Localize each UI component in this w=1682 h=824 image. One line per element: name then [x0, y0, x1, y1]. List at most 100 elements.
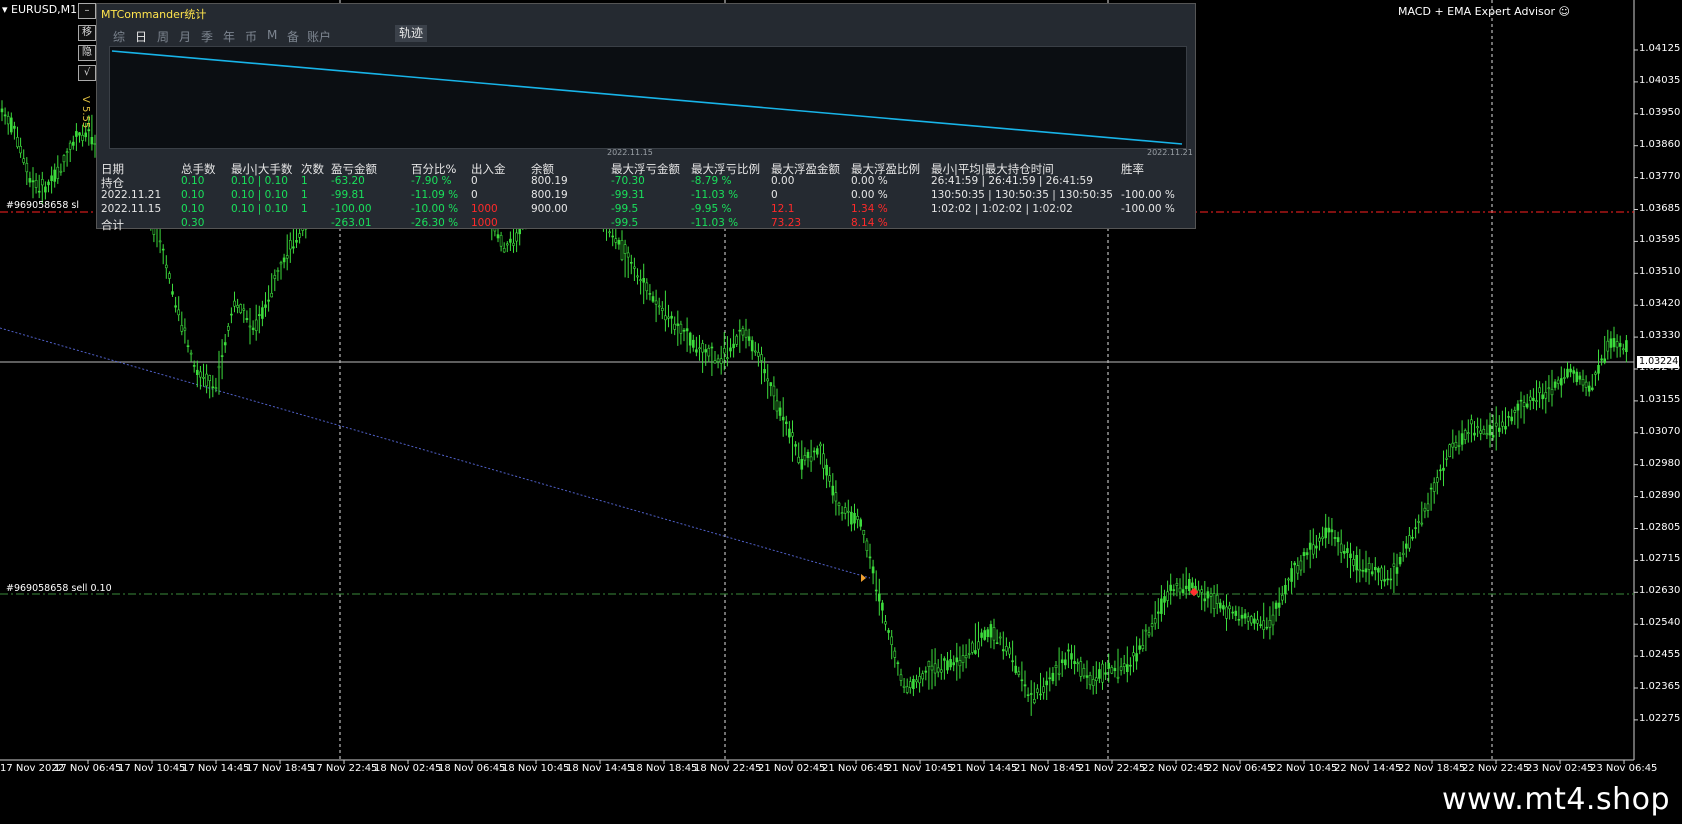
order-entry-label: #969058658 sell 0.10 — [6, 583, 112, 594]
candle-body — [815, 448, 819, 455]
x-tick-label: 21 Nov 02:45 — [758, 763, 826, 774]
minimize-button[interactable]: – — [78, 3, 96, 19]
x-tick-label: 21 Nov 14:45 — [950, 763, 1018, 774]
candle-body — [1284, 584, 1287, 594]
candle-body — [611, 235, 615, 238]
candle-body — [797, 456, 801, 463]
x-tick-label: 22 Nov 10:45 — [1270, 763, 1338, 774]
candle-body — [62, 155, 66, 163]
candle-body — [936, 667, 940, 673]
candle-body — [239, 304, 242, 313]
candle-body — [199, 371, 202, 378]
tab-2[interactable]: 周 — [157, 28, 169, 45]
candle-body — [1615, 341, 1619, 348]
y-tick-label: 1.02630 — [1639, 585, 1681, 597]
candle-body — [270, 292, 274, 298]
candle-body — [794, 444, 797, 447]
candle-body — [1045, 680, 1048, 686]
x-tick-label: 18 Nov 14:45 — [566, 763, 634, 774]
table-cell: 73.23 — [771, 217, 802, 229]
table-cell: -11.09 % — [411, 189, 459, 201]
candle-body — [183, 327, 187, 331]
candle-body — [1513, 409, 1517, 413]
x-tick-label: 18 Nov 10:45 — [502, 763, 570, 774]
hide-button[interactable]: 隐 — [78, 45, 96, 61]
candle-body — [778, 407, 782, 416]
y-tick-label: 1.03950 — [1639, 106, 1681, 118]
candle-body — [1104, 672, 1107, 675]
tab-1[interactable]: 日 — [135, 28, 147, 45]
candle-body — [1073, 661, 1076, 665]
candle-body — [1426, 503, 1430, 511]
candle-body — [1494, 422, 1498, 427]
candle-body — [952, 662, 956, 666]
tab-6[interactable]: 币 — [245, 28, 257, 45]
candle-body — [673, 323, 677, 330]
candle-body — [276, 270, 280, 272]
x-tick-label: 18 Nov 02:45 — [374, 763, 442, 774]
candle-body — [1312, 544, 1315, 555]
check-button[interactable]: √ — [78, 65, 96, 81]
candle-body — [1008, 647, 1011, 655]
candle-body — [1349, 553, 1352, 559]
table-cell: -8.79 % — [691, 175, 732, 187]
tab-5[interactable]: 年 — [223, 28, 235, 45]
table-cell: 26:41:59 | 26:41:59 | 26:41:59 — [931, 175, 1093, 187]
candle-body — [1507, 416, 1510, 418]
candle-body — [1153, 618, 1157, 624]
candle-body — [822, 453, 825, 469]
table-cell: -26.30 % — [411, 217, 459, 229]
candle-body — [890, 636, 894, 645]
candle-body — [502, 248, 506, 253]
candle-body — [691, 339, 695, 348]
tab-3[interactable]: 月 — [179, 28, 191, 45]
tab-0[interactable]: 综 — [113, 28, 125, 45]
candle-body — [1163, 596, 1166, 603]
tab-9[interactable]: 账户 — [307, 28, 331, 45]
tab-8[interactable]: 备 — [287, 28, 299, 45]
x-tick-label: 21 Nov 10:45 — [886, 763, 954, 774]
candle-body — [1339, 543, 1343, 553]
x-tick-label: 22 Nov 18:45 — [1398, 763, 1466, 774]
candle-body — [1188, 578, 1191, 591]
candle-body — [766, 378, 770, 382]
candle-body — [1178, 587, 1182, 593]
candle-body — [688, 332, 692, 346]
candle-body — [186, 345, 190, 348]
move-button[interactable]: 移 — [78, 25, 96, 41]
table-cell: -11.03 % — [691, 189, 739, 201]
mini-date-left: 2022.11.15 — [607, 148, 653, 157]
x-tick-label: 21 Nov 18:45 — [1014, 763, 1082, 774]
chart-window[interactable]: ▾ EURUSD,M15 MACD + EMA Expert Advisor ☺… — [0, 0, 1682, 824]
candle-body — [1547, 387, 1551, 390]
candle-body — [1358, 568, 1362, 572]
candle-body — [282, 257, 286, 263]
tab-7[interactable]: M — [267, 28, 277, 42]
candle-body — [784, 421, 788, 424]
watermark-site: www.mt4.shop — [1441, 782, 1670, 817]
candle-body — [1581, 378, 1585, 386]
candle-body — [1538, 387, 1541, 393]
candle-body — [1191, 582, 1194, 589]
order-close-marker — [1189, 587, 1199, 597]
table-cell: -10.00 % — [411, 203, 459, 215]
candle-body — [1454, 441, 1458, 448]
candle-body — [1166, 591, 1169, 601]
y-tick-label: 1.03770 — [1639, 170, 1681, 182]
x-tick-label: 18 Nov 22:45 — [694, 763, 762, 774]
candle-body — [729, 347, 732, 352]
mtcommander-panel[interactable]: MTCommander统计 综日周月季年币 M 备账户 轨迹 2022.11.15 … — [96, 3, 1196, 232]
candle-body — [40, 179, 44, 186]
candle-body — [34, 180, 38, 188]
tab-4[interactable]: 季 — [201, 28, 213, 45]
candle-body — [837, 502, 841, 506]
candle-body — [1622, 348, 1625, 351]
candle-body — [1451, 442, 1455, 448]
candle-body — [664, 315, 667, 321]
candle-body — [791, 432, 794, 437]
candle-body — [1575, 371, 1579, 382]
candle-body — [840, 512, 844, 515]
candle-body — [1005, 646, 1008, 652]
tab-track[interactable]: 轨迹 — [395, 25, 428, 42]
candle-body — [1135, 653, 1138, 662]
